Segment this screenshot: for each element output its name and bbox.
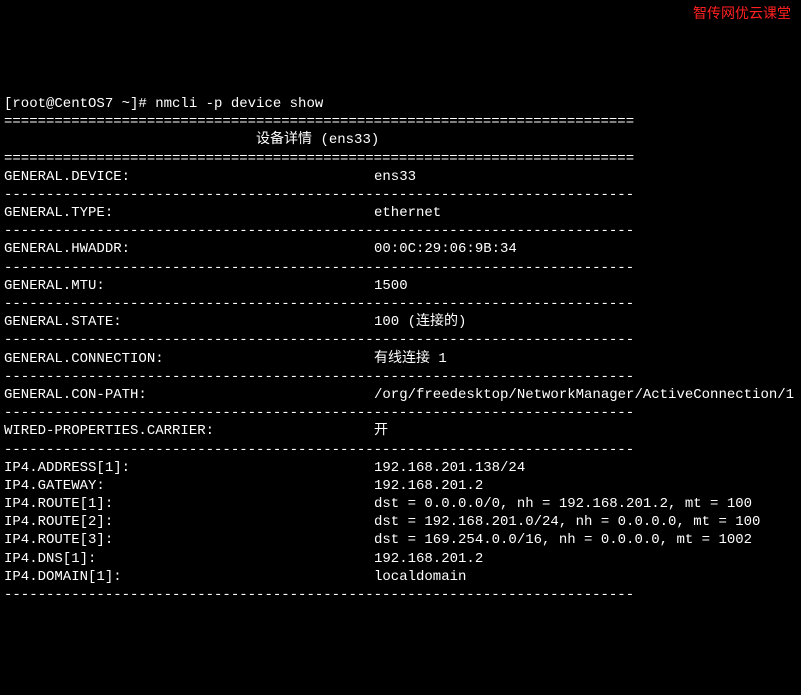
terminal-output: [root@CentOS7 ~]# nmcli -p device show==… xyxy=(4,95,797,604)
property-key: GENERAL.TYPE: xyxy=(4,204,374,222)
property-value: 100 (连接的) xyxy=(374,313,797,331)
property-key: GENERAL.MTU: xyxy=(4,277,374,295)
separator-dash: ----------------------------------------… xyxy=(4,441,797,459)
property-value: 192.168.201.138/24 xyxy=(374,459,797,477)
property-key: GENERAL.STATE: xyxy=(4,313,374,331)
property-key: GENERAL.HWADDR: xyxy=(4,240,374,258)
section-title: 设备详情 (ens33) xyxy=(4,131,797,149)
property-key: IP4.DNS[1]: xyxy=(4,550,374,568)
property-key: GENERAL.DEVICE: xyxy=(4,168,374,186)
ip4-row: IP4.DNS[1]:192.168.201.2 xyxy=(4,550,797,568)
property-value: 开 xyxy=(374,422,797,440)
property-key: GENERAL.CON-PATH: xyxy=(4,386,374,404)
property-value: 192.168.201.2 xyxy=(374,550,797,568)
property-value: 1500 xyxy=(374,277,797,295)
ip4-row: IP4.ROUTE[2]:dst = 192.168.201.0/24, nh … xyxy=(4,513,797,531)
ip4-row: IP4.DOMAIN[1]:localdomain xyxy=(4,568,797,586)
property-key: IP4.ROUTE[1]: xyxy=(4,495,374,513)
property-value: dst = 192.168.201.0/24, nh = 0.0.0.0, mt… xyxy=(374,513,797,531)
separator-dash: ----------------------------------------… xyxy=(4,586,797,604)
property-value: ens33 xyxy=(374,168,797,186)
separator-dash: ----------------------------------------… xyxy=(4,186,797,204)
property-value: dst = 0.0.0.0/0, nh = 192.168.201.2, mt … xyxy=(374,495,797,513)
property-key: IP4.ADDRESS[1]: xyxy=(4,459,374,477)
separator-dash: ----------------------------------------… xyxy=(4,368,797,386)
ip4-row: IP4.ADDRESS[1]:192.168.201.138/24 xyxy=(4,459,797,477)
separator-double: ========================================… xyxy=(4,150,797,168)
property-key: IP4.GATEWAY: xyxy=(4,477,374,495)
separator-dash: ----------------------------------------… xyxy=(4,295,797,313)
property-row: GENERAL.DEVICE:ens33 xyxy=(4,168,797,186)
property-value: 192.168.201.2 xyxy=(374,477,797,495)
separator-dash: ----------------------------------------… xyxy=(4,259,797,277)
property-row: GENERAL.STATE:100 (连接的) xyxy=(4,313,797,331)
ip4-row: IP4.ROUTE[1]:dst = 0.0.0.0/0, nh = 192.1… xyxy=(4,495,797,513)
separator-dash: ----------------------------------------… xyxy=(4,331,797,349)
separator-dash: ----------------------------------------… xyxy=(4,404,797,422)
property-row: WIRED-PROPERTIES.CARRIER:开 xyxy=(4,422,797,440)
property-value: 00:0C:29:06:9B:34 xyxy=(374,240,797,258)
property-value: localdomain xyxy=(374,568,797,586)
watermark-text: 智传网优云课堂 xyxy=(693,4,791,22)
property-key: IP4.ROUTE[3]: xyxy=(4,531,374,549)
property-key: IP4.DOMAIN[1]: xyxy=(4,568,374,586)
separator-dash: ----------------------------------------… xyxy=(4,222,797,240)
ip4-row: IP4.GATEWAY:192.168.201.2 xyxy=(4,477,797,495)
property-value: ethernet xyxy=(374,204,797,222)
command-prompt: [root@CentOS7 ~]# nmcli -p device show xyxy=(4,95,797,113)
property-row: GENERAL.CONNECTION:有线连接 1 xyxy=(4,350,797,368)
property-key: IP4.ROUTE[2]: xyxy=(4,513,374,531)
property-value: dst = 169.254.0.0/16, nh = 0.0.0.0, mt =… xyxy=(374,531,797,549)
property-value: /org/freedesktop/NetworkManager/ActiveCo… xyxy=(374,386,797,404)
property-row: GENERAL.HWADDR:00:0C:29:06:9B:34 xyxy=(4,240,797,258)
property-row: GENERAL.TYPE:ethernet xyxy=(4,204,797,222)
ip4-row: IP4.ROUTE[3]:dst = 169.254.0.0/16, nh = … xyxy=(4,531,797,549)
separator-double: ========================================… xyxy=(4,113,797,131)
property-value: 有线连接 1 xyxy=(374,350,797,368)
property-key: WIRED-PROPERTIES.CARRIER: xyxy=(4,422,374,440)
property-row: GENERAL.CON-PATH:/org/freedesktop/Networ… xyxy=(4,386,797,404)
property-row: GENERAL.MTU:1500 xyxy=(4,277,797,295)
property-key: GENERAL.CONNECTION: xyxy=(4,350,374,368)
